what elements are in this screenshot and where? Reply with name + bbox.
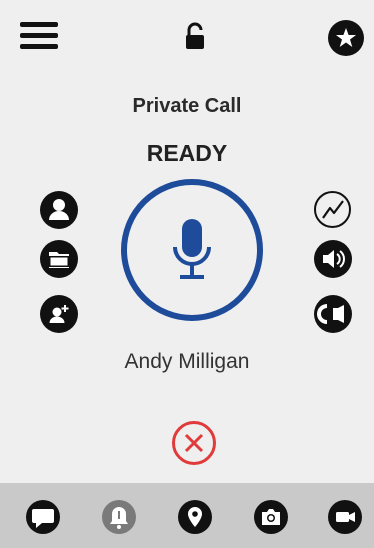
speaker-icon[interactable] xyxy=(314,240,352,278)
signal-icon[interactable] xyxy=(314,191,351,228)
caller-name: Andy Milligan xyxy=(124,350,250,373)
location-icon[interactable] xyxy=(178,500,212,534)
call-type-label: Private Call xyxy=(132,95,242,117)
unlock-icon[interactable] xyxy=(184,22,208,52)
star-icon[interactable] xyxy=(328,20,364,56)
menu-icon[interactable] xyxy=(20,22,58,50)
folder-icon[interactable] xyxy=(40,240,78,278)
camera-icon[interactable] xyxy=(254,500,288,534)
earpiece-icon[interactable] xyxy=(314,295,352,333)
contact-icon[interactable] xyxy=(40,191,78,229)
call-status: READY xyxy=(146,140,228,166)
message-icon[interactable] xyxy=(26,500,60,534)
top-bar xyxy=(0,0,374,70)
add-contact-icon[interactable] xyxy=(40,295,78,333)
bottom-toolbar xyxy=(0,483,374,548)
push-to-talk-button[interactable] xyxy=(121,179,263,321)
microphone-icon xyxy=(173,219,211,279)
end-call-button[interactable] xyxy=(172,421,216,465)
close-icon xyxy=(184,433,204,453)
video-icon[interactable] xyxy=(328,500,362,534)
alert-icon[interactable] xyxy=(102,500,136,534)
